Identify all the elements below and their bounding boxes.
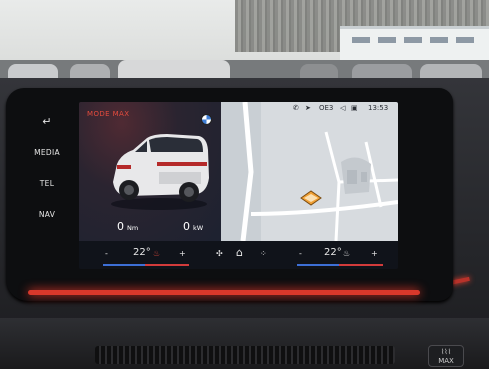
torque-readout: 0 Nm: [117, 215, 138, 234]
drive-mode-label: MODE MAX: [87, 110, 130, 118]
sidebar-item-label: MEDIA: [34, 148, 60, 157]
temp-left-up-button[interactable]: +: [179, 249, 186, 258]
power-unit: kW: [193, 224, 204, 232]
navigation-map[interactable]: [221, 102, 398, 242]
infotainment-screen: MODE MAX 0 Nm 0 kW ✆ ➤ OE3 ◁ ▣ 13:53 - 2…: [79, 102, 398, 269]
car-illustration: [111, 134, 209, 210]
fan-icon[interactable]: ✣: [216, 249, 223, 258]
bmw-logo-icon: [201, 114, 212, 125]
power-value: 0: [183, 220, 190, 233]
sidebar-hard-buttons: ↵ MEDIA TEL NAV: [22, 100, 72, 286]
map-roads: [221, 102, 398, 242]
radio-station: OE3: [319, 104, 334, 112]
radio-icon: ▣: [351, 104, 358, 112]
temp-right-bar-warm: [339, 264, 383, 266]
air-vent: [95, 346, 395, 364]
temp-left-bar-warm: [145, 264, 189, 266]
temp-right-down-button[interactable]: -: [299, 249, 302, 258]
ambient-light-strip: [28, 290, 420, 295]
torque-value: 0: [117, 220, 124, 233]
vehicle-position-icon: [300, 190, 322, 206]
vehicle-widget[interactable]: MODE MAX 0 Nm 0 kW: [79, 102, 221, 241]
status-bar: ✆ ➤ OE3 ◁ ▣ 13:53: [293, 104, 398, 116]
seat-heat-icon[interactable]: ♨: [343, 249, 350, 258]
temp-right-bar-cool: [297, 264, 339, 266]
temp-right-up-button[interactable]: +: [371, 249, 378, 258]
sidebar-item-label: NAV: [38, 210, 56, 219]
seat-heat-icon[interactable]: ♨: [153, 249, 160, 258]
power-readout: 0 kW: [183, 215, 203, 234]
phone-icon: ✆: [293, 104, 299, 112]
temp-left-down-button[interactable]: -: [105, 249, 108, 258]
temp-left-value: 22°: [133, 247, 151, 258]
clock: 13:53: [368, 104, 389, 112]
defrost-icon: ⌇⌇⌇: [440, 348, 452, 356]
torque-unit: Nm: [127, 224, 139, 232]
sidebar-item-media[interactable]: MEDIA: [22, 148, 72, 157]
temp-left-bar-cool: [103, 264, 145, 266]
sidebar-item-nav[interactable]: NAV: [22, 210, 72, 219]
volume-icon: ◁: [340, 104, 346, 112]
apps-grid-icon[interactable]: ⁘: [260, 249, 267, 258]
home-icon[interactable]: ⌂: [236, 246, 243, 259]
max-label: MAX: [438, 357, 454, 365]
sidebar-item-label: TEL: [39, 179, 55, 188]
temp-right-value: 22°: [324, 247, 342, 258]
max-defrost-button[interactable]: ⌇⌇⌇ MAX: [428, 345, 464, 367]
sidebar-item-tel[interactable]: TEL: [22, 179, 72, 188]
car-interior-scene: ⌇⌇⌇ MAX ↵ MEDIA TEL NAV MODE MAX 0 Nm 0 …: [0, 0, 489, 369]
back-button[interactable]: ↵: [22, 115, 72, 128]
climate-bar: - 22° ♨ + ✣ ⌂ ⁘ - 22° ♨ +: [79, 241, 398, 269]
back-arrow-icon: ↵: [42, 115, 52, 128]
location-icon: ➤: [305, 104, 311, 112]
